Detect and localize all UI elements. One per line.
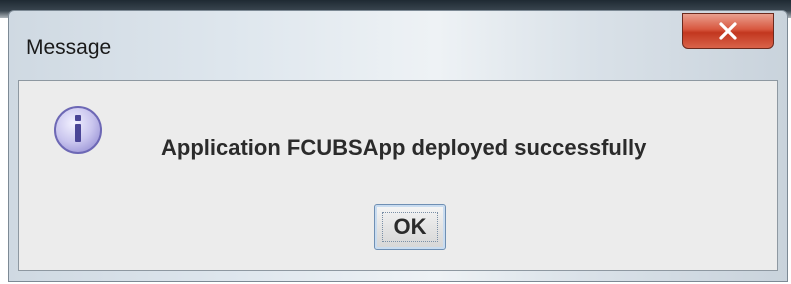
screen: Message Application FCUBSApp deployed su… (0, 0, 791, 284)
message-dialog: Message Application FCUBSApp deployed su… (8, 10, 788, 282)
close-button[interactable] (682, 13, 774, 49)
ok-button[interactable]: OK (374, 204, 446, 250)
ok-button-label: OK (393, 214, 427, 239)
dialog-title: Message (26, 36, 112, 59)
close-icon (719, 22, 737, 40)
message-text: Application FCUBSApp deployed successful… (161, 135, 647, 160)
title-bar[interactable]: Message (9, 11, 787, 73)
dialog-body: Application FCUBSApp deployed successful… (18, 80, 778, 271)
info-icon (54, 106, 102, 154)
